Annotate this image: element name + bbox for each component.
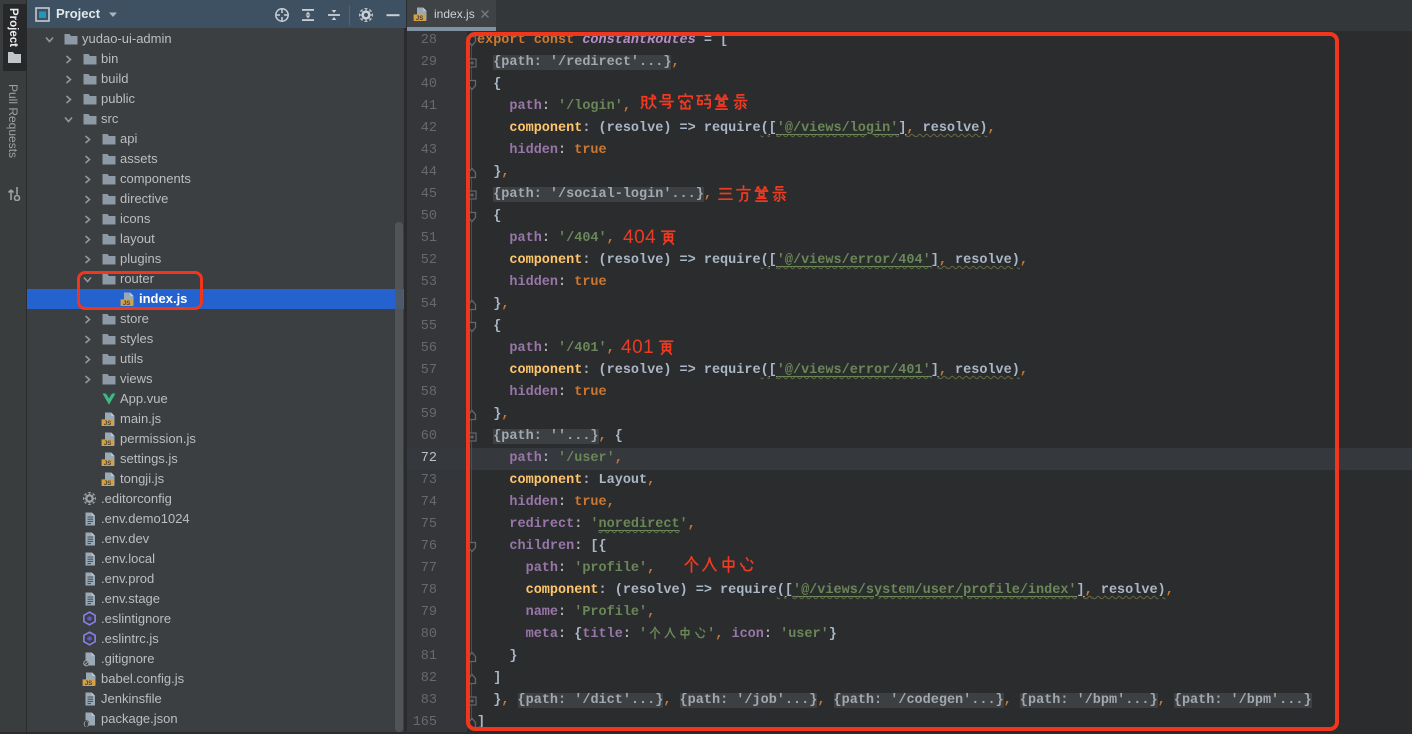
- svg-text:JS: JS: [416, 16, 423, 22]
- svg-text:JS: JS: [85, 681, 92, 687]
- svg-text:{}: {}: [83, 720, 90, 727]
- svg-text:JS: JS: [104, 481, 111, 487]
- svg-text:JS: JS: [104, 461, 111, 467]
- svg-text:JS: JS: [104, 441, 111, 447]
- svg-text:JS: JS: [104, 421, 111, 427]
